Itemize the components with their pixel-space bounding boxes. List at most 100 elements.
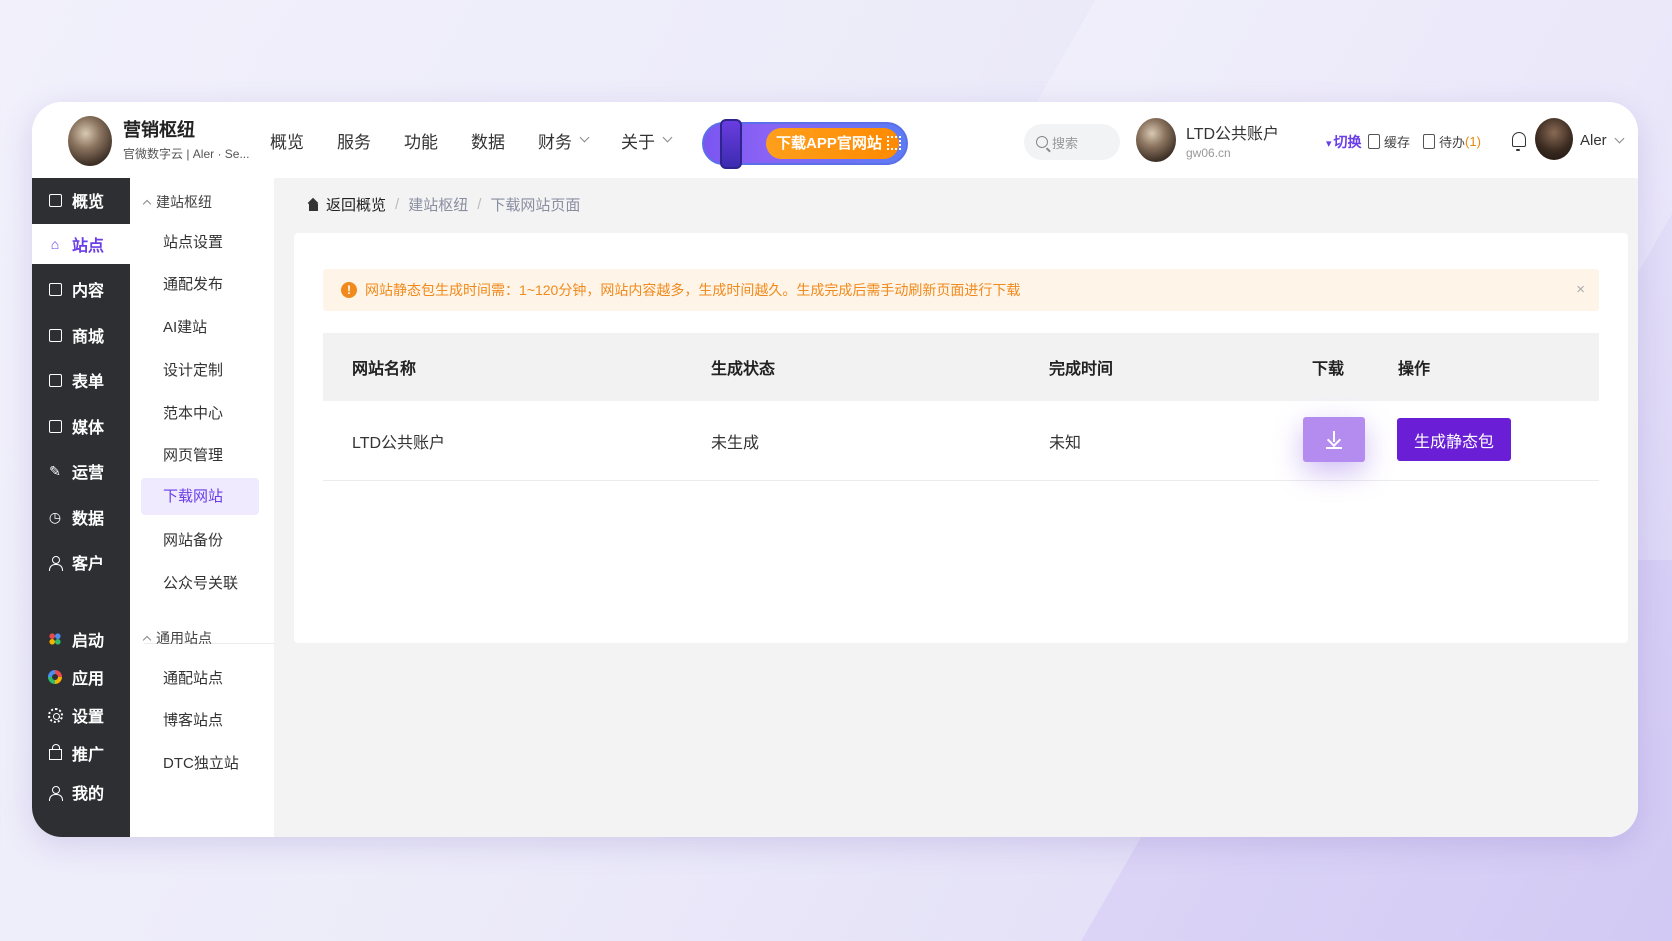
breadcrumb-site-hub[interactable]: 建站枢纽 xyxy=(408,194,468,215)
submenu-item[interactable]: 网站备份 xyxy=(141,522,259,559)
alert-text: 网站静态包生成时间需：1~120分钟，网站内容越多，生成时间越久。生成完成后需手… xyxy=(365,282,1021,298)
chevron-up-icon xyxy=(142,635,152,645)
cache-button[interactable]: 缓存 xyxy=(1368,132,1410,151)
column-header: 操作 xyxy=(1398,361,1431,378)
search-icon xyxy=(1036,136,1048,148)
top-nav: 概览 服务 功能 数据 财务 关于 xyxy=(270,102,704,178)
shop-icon xyxy=(46,326,64,344)
sidebar-item-overview[interactable]: 概览 xyxy=(32,180,130,220)
submenu-item[interactable]: 通配站点 xyxy=(141,660,259,697)
todo-button[interactable]: 待办 (1) xyxy=(1423,132,1481,151)
user-avatar[interactable] xyxy=(1535,118,1573,160)
search-placeholder: 搜索 xyxy=(1052,135,1079,151)
sidebar-item-settings[interactable]: 设置 xyxy=(32,695,130,735)
bell-icon[interactable] xyxy=(1512,132,1526,151)
submenu-item[interactable]: 通配发布 xyxy=(141,266,259,303)
submenu-group-site-hub[interactable]: 建站枢纽 xyxy=(142,192,212,212)
apps-icon xyxy=(46,668,64,686)
sidebar-label: 数据 xyxy=(72,511,105,528)
sidebar-label: 设置 xyxy=(72,709,105,726)
sidebar-item-media[interactable]: 媒体 xyxy=(32,406,130,446)
nav-finance[interactable]: 财务 xyxy=(538,128,590,153)
time-cell: 未知 xyxy=(1049,434,1082,452)
submenu-group-label: 建站枢纽 xyxy=(156,194,212,210)
submenu-item[interactable]: 博客站点 xyxy=(141,702,259,739)
nav-label: 服务 xyxy=(337,132,371,152)
form-icon xyxy=(46,371,64,389)
nav-services[interactable]: 服务 xyxy=(337,128,371,153)
sidebar-item-operations[interactable]: ✎ 运营 xyxy=(32,451,130,491)
sidebar-label: 客户 xyxy=(72,556,105,573)
sidebar-label: 站点 xyxy=(72,238,105,255)
main-content: 返回概览 / 建站枢纽 / 下载网站页面 ! 网站静态包生成时间需：1~120分… xyxy=(274,178,1638,837)
sidebar-item-promote[interactable]: 推广 xyxy=(32,733,130,773)
user-name: Aler xyxy=(1580,132,1607,149)
sidebar-item-site[interactable]: ⌂ 站点 xyxy=(32,224,130,264)
app-window: 营销枢纽 官微数字云 | Aler · Se... 概览 服务 功能 数据 财务… xyxy=(32,102,1638,837)
info-alert: ! 网站静态包生成时间需：1~120分钟，网站内容越多，生成时间越久。生成完成后… xyxy=(323,269,1599,311)
sidebar-label: 启动 xyxy=(72,633,105,650)
chevron-up-icon xyxy=(142,199,152,209)
breadcrumb-separator: / xyxy=(395,196,400,213)
brand-logo[interactable] xyxy=(68,116,112,166)
sidebar-label: 运营 xyxy=(72,465,105,482)
submenu-item[interactable]: 设计定制 xyxy=(141,352,259,389)
switch-account-button[interactable]: 切换 xyxy=(1326,132,1362,152)
submenu-item[interactable]: 范本中心 xyxy=(141,395,259,432)
submenu-group-general-sites[interactable]: 通用站点 xyxy=(142,628,212,648)
sub-sidebar: 建站枢纽 站点设置 通配发布 AI建站 设计定制 范本中心 网页管理 下载网站 … xyxy=(130,178,274,837)
nav-data[interactable]: 数据 xyxy=(471,128,505,153)
nav-label: 概览 xyxy=(270,132,304,152)
sidebar-item-shop[interactable]: 商城 xyxy=(32,315,130,355)
submenu-item[interactable]: 网页管理 xyxy=(141,437,259,474)
sidebar-item-data[interactable]: ◷ 数据 xyxy=(32,497,130,537)
submenu-item[interactable]: DTC独立站 xyxy=(141,745,259,782)
sidebar-item-launch[interactable]: 启动 xyxy=(32,619,130,659)
sidebar-item-apps[interactable]: 应用 xyxy=(32,657,130,697)
submenu-item[interactable]: 站点设置 xyxy=(141,224,259,261)
user-menu[interactable]: Aler xyxy=(1580,132,1625,149)
sidebar-item-customers[interactable]: 客户 xyxy=(32,542,130,582)
launch-icon xyxy=(46,630,64,648)
sidebar-item-mine[interactable]: 我的 xyxy=(32,772,130,812)
warning-icon: ! xyxy=(341,282,357,298)
chart-icon: ◷ xyxy=(48,508,62,525)
submenu-item-download-site[interactable]: 下载网站 xyxy=(141,478,259,515)
submenu-item[interactable]: 公众号关联 xyxy=(141,565,259,602)
sidebar-label: 商城 xyxy=(72,329,105,346)
submenu-item[interactable]: AI建站 xyxy=(141,309,259,346)
download-app-banner[interactable]: 下载APP官网站 xyxy=(702,119,908,169)
main-sidebar: 概览 ⌂ 站点 内容 商城 表单 媒体 ✎ 运营 ◷ 数据 客户 启动 应用 设置 推… xyxy=(32,178,130,837)
account-avatar[interactable] xyxy=(1136,118,1176,162)
home-icon: ⌂ xyxy=(50,236,60,252)
sidebar-label: 概览 xyxy=(72,194,105,211)
breadcrumb-separator: / xyxy=(477,196,482,213)
search-input[interactable]: 搜索 xyxy=(1024,124,1120,160)
close-icon[interactable]: × xyxy=(1576,281,1585,298)
column-header: 生成状态 xyxy=(711,361,776,378)
column-header: 网站名称 xyxy=(352,361,417,378)
breadcrumb-back-overview[interactable]: 返回概览 xyxy=(326,194,386,215)
generate-static-package-button[interactable]: 生成静态包 xyxy=(1397,418,1511,461)
gear-icon xyxy=(46,706,64,724)
home-icon xyxy=(307,199,320,211)
promo-label: 下载APP官网站 xyxy=(776,135,882,152)
table-header: 网站名称 生成状态 完成时间 下载 操作 xyxy=(323,333,1599,401)
site-name-cell: LTD公共账户 xyxy=(352,434,446,452)
todo-count: (1) xyxy=(1465,134,1481,149)
nav-overview[interactable]: 概览 xyxy=(270,128,304,153)
download-icon xyxy=(1326,430,1342,449)
sidebar-item-content[interactable]: 内容 xyxy=(32,269,130,309)
sidebar-item-form[interactable]: 表单 xyxy=(32,360,130,400)
download-button[interactable] xyxy=(1303,417,1365,462)
chevron-down-icon xyxy=(579,132,590,143)
brand-name: 营销枢纽 xyxy=(123,120,195,140)
nav-about[interactable]: 关于 xyxy=(621,128,673,153)
promo-pill: 下载APP官网站 xyxy=(766,128,901,159)
breadcrumb: 返回概览 / 建站枢纽 / 下载网站页面 xyxy=(307,194,580,215)
nav-features[interactable]: 功能 xyxy=(404,128,438,153)
bag-icon xyxy=(46,744,64,762)
sidebar-label: 内容 xyxy=(72,283,105,300)
nav-label: 功能 xyxy=(404,132,438,152)
nav-label: 财务 xyxy=(538,132,572,152)
